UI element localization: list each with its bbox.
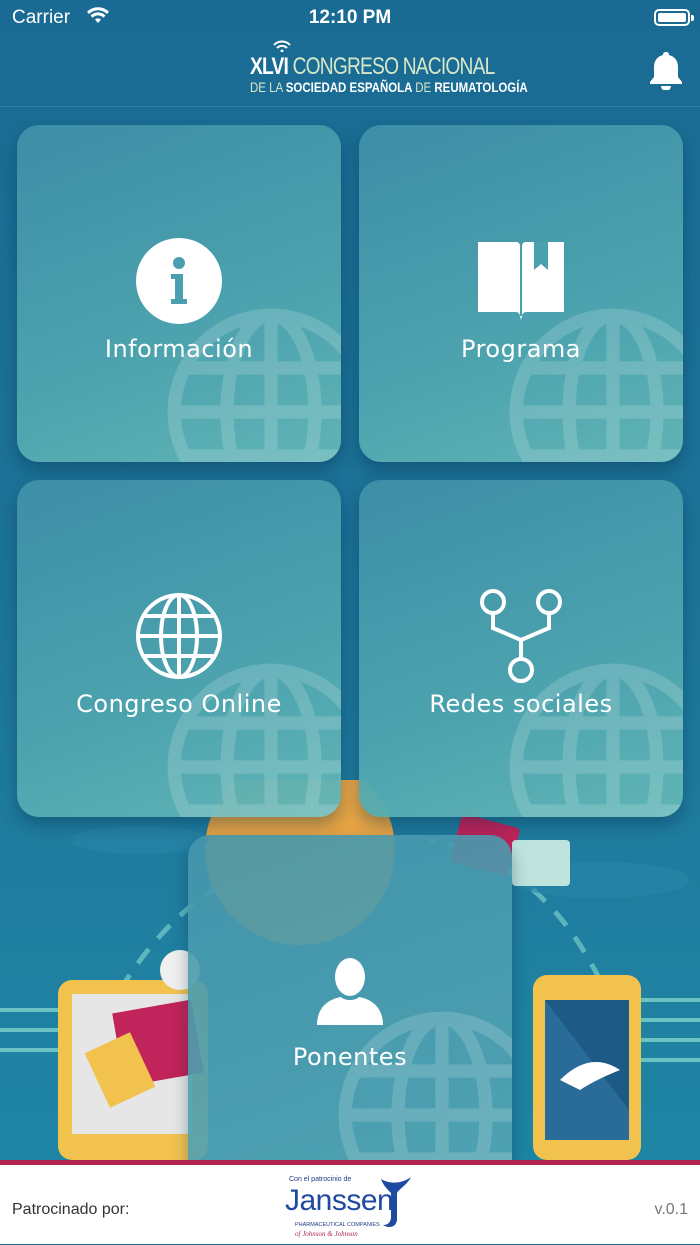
nav-bar: XLVI CONGRESO NACIONAL DE LA SOCIEDAD ES… xyxy=(0,36,700,107)
logo-sub-d: REUMATOLOGÍA xyxy=(434,79,528,95)
logo-sub-b: SOCIEDAD ESPAÑOLA xyxy=(285,79,416,95)
menu-label-informacion: Información xyxy=(104,335,254,363)
person-icon xyxy=(317,958,383,1025)
book-icon xyxy=(478,242,564,320)
menu-tile-ponentes[interactable]: Ponentes xyxy=(188,835,512,1165)
globe-watermark-icon xyxy=(509,308,683,462)
logo-subtitle: DE LA SOCIEDAD ESPAÑOLA DE REUMATOLOGÍA xyxy=(250,79,528,95)
menu-tile-programa[interactable]: Programa xyxy=(359,125,683,462)
menu-label-ponentes: Ponentes xyxy=(292,1043,408,1071)
logo-sub-c: DE xyxy=(415,79,435,95)
info-icon xyxy=(136,238,222,324)
logo-sub-a: DE LA xyxy=(250,79,286,95)
sponsor-small-text: Con el patrocinio de xyxy=(289,1176,352,1183)
menu-label-congreso-online: Congreso Online xyxy=(76,690,282,718)
menu-label-programa: Programa xyxy=(461,335,581,363)
globe-watermark-icon xyxy=(167,308,341,462)
globe-watermark-icon xyxy=(167,663,341,817)
sponsor-parent: of Johnson & Johnson xyxy=(295,1230,358,1238)
app-version: v.0.1 xyxy=(654,1201,689,1218)
logo-signal-icon xyxy=(273,40,291,52)
logo-title: XLVI CONGRESO NACIONAL xyxy=(250,53,495,80)
sponsored-by-label: Patrocinado por: xyxy=(12,1201,130,1218)
globe-icon xyxy=(136,593,222,679)
footer: Patrocinado por: Con el patrocinio de Ja… xyxy=(0,1160,700,1244)
share-network-icon xyxy=(480,589,562,683)
sponsor-subtitle: PHARMACEUTICAL COMPANIES xyxy=(295,1222,380,1228)
janssen-mark-icon xyxy=(381,1177,411,1227)
menu-label-redes-sociales: Redes sociales xyxy=(429,690,613,718)
congress-logo: XLVI CONGRESO NACIONAL DE LA SOCIEDAD ES… xyxy=(250,40,528,95)
clock: 12:10 PM xyxy=(308,7,392,28)
menu-tile-informacion[interactable]: Información xyxy=(17,125,341,462)
menu-tile-redes-sociales[interactable]: Redes sociales xyxy=(359,480,683,817)
menu-tile-congreso-online[interactable]: Congreso Online xyxy=(17,480,341,817)
status-bar: Carrier 12:10 PM xyxy=(0,0,700,36)
bell-icon[interactable] xyxy=(648,50,684,90)
logo-edition: XLVI xyxy=(250,53,289,80)
sponsor-logo[interactable]: Con el patrocinio de Janssen PHARMACEUTI… xyxy=(285,1173,425,1245)
battery-icon xyxy=(654,9,694,26)
logo-congress-name: CONGRESO NACIONAL xyxy=(288,53,496,80)
globe-watermark-icon xyxy=(338,1011,512,1165)
